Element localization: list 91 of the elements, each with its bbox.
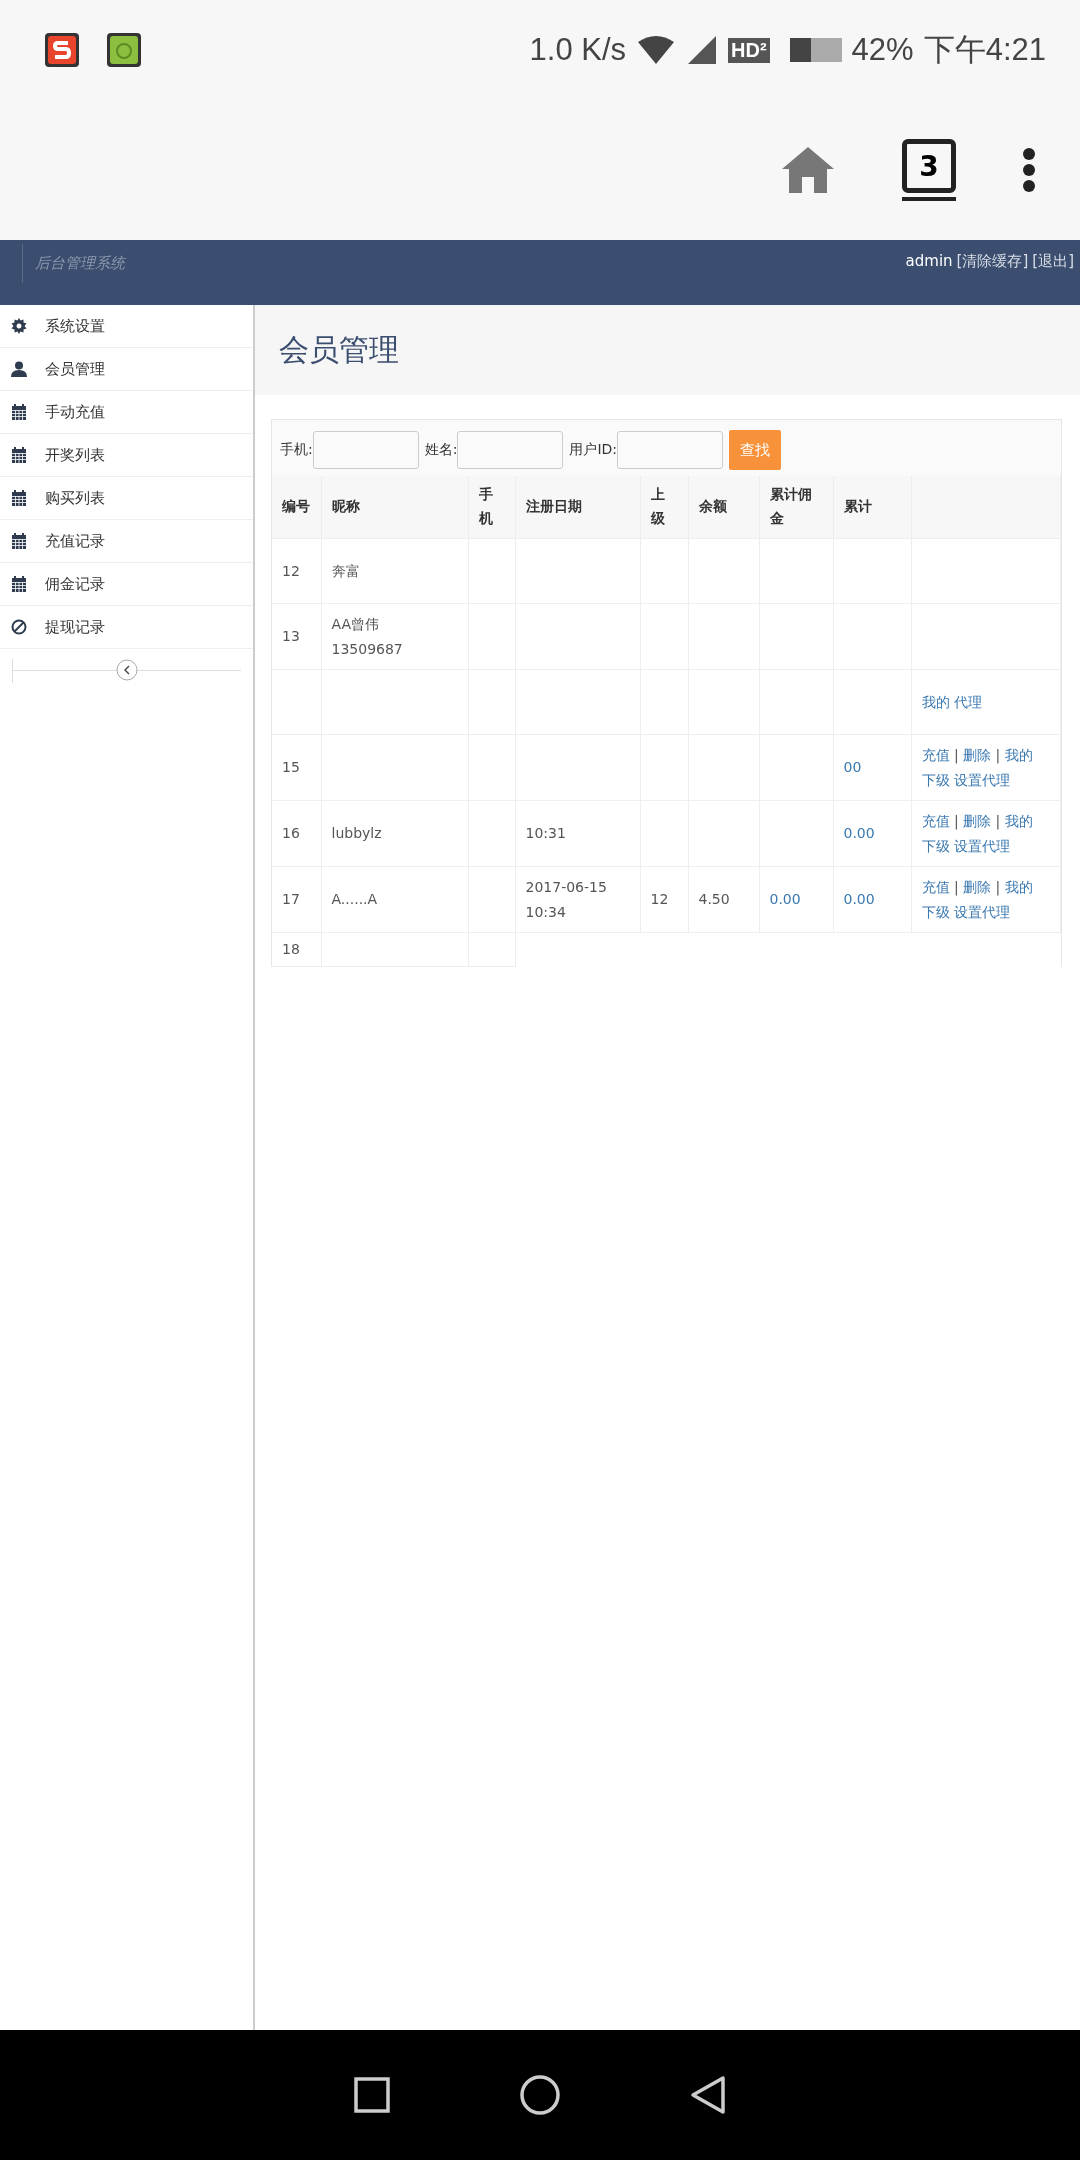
table-cell: 10:31	[515, 800, 640, 867]
calendar-icon	[11, 447, 27, 463]
signal-icon	[686, 34, 719, 66]
table-cell: 奔富	[321, 538, 468, 604]
column-header: 余额	[688, 476, 759, 539]
sidebar-item[interactable]: 提现记录	[0, 606, 253, 649]
table-cell: 12	[272, 538, 321, 604]
action-link[interactable]: 我的	[1004, 813, 1033, 829]
table-cell: 17	[272, 866, 321, 933]
separator: |	[995, 813, 1001, 829]
column-header: 手机	[468, 476, 515, 539]
table-cell: 0.00	[833, 800, 911, 867]
action-link[interactable]: 充值	[921, 747, 950, 763]
recents-button[interactable]	[354, 2077, 390, 2113]
menu-icon[interactable]	[1022, 147, 1036, 193]
app-title: 后台管理系统	[22, 244, 125, 283]
calendar-icon	[11, 533, 27, 549]
column-header: 注册日期	[515, 476, 640, 539]
separator: |	[953, 747, 959, 763]
action-link[interactable]: 代理	[953, 693, 982, 710]
field-label: 用户ID:	[569, 441, 618, 459]
collapse-button[interactable]	[116, 659, 138, 681]
action-link[interactable]: 删除	[963, 747, 992, 763]
header-link[interactable]: [退出]	[1032, 252, 1074, 271]
sidebar-item[interactable]: 会员管理	[0, 348, 253, 391]
page-title: 会员管理	[279, 330, 399, 369]
home-icon[interactable]	[780, 145, 836, 195]
table-cell: 0.00	[833, 866, 911, 933]
action-link[interactable]: 我的	[1004, 747, 1033, 763]
action-link[interactable]: 充值	[921, 879, 950, 895]
table-cell: 0.00	[759, 866, 833, 933]
calendar-icon	[11, 576, 27, 592]
action-link[interactable]: 删除	[963, 813, 992, 829]
sidebar-item[interactable]: 充值记录	[0, 520, 253, 563]
column-header: 累计佣金	[759, 476, 833, 539]
user-name: admin	[905, 252, 953, 271]
battery-icon	[789, 38, 842, 62]
action-link[interactable]: 我的	[1004, 879, 1033, 895]
separator: |	[995, 747, 1001, 763]
wifi-icon	[636, 34, 677, 66]
sidebar-item[interactable]: 手动充值	[0, 391, 253, 434]
sidebar-item[interactable]: 购买列表	[0, 477, 253, 520]
app-icon	[44, 32, 80, 68]
settings-icon	[11, 318, 27, 334]
separator: |	[995, 879, 1001, 895]
sidebar-item[interactable]: 佣金记录	[0, 563, 253, 606]
action-link[interactable]: 充值	[921, 813, 950, 829]
table-cell: AA曾伟 13509687	[321, 603, 468, 670]
table-cell: 2017-06-15 10:34	[515, 866, 640, 933]
table-cell: 18	[272, 932, 321, 966]
action-link[interactable]: 设置代理	[953, 837, 1010, 854]
ban-icon	[11, 619, 27, 635]
calendar-icon	[11, 490, 27, 506]
table-cell: 12	[640, 866, 688, 933]
action-link[interactable]: 下级	[921, 771, 950, 788]
field-label: 手机:	[280, 441, 313, 459]
separator: |	[953, 879, 959, 895]
table-cell: A......A	[321, 866, 468, 933]
sidebar-item[interactable]: 开奖列表	[0, 434, 253, 477]
clock: 下午4:21	[923, 31, 1046, 69]
network-speed: 1.0 K/s	[529, 32, 627, 68]
field-label: 姓名:	[424, 441, 458, 459]
action-link[interactable]: 设置代理	[953, 903, 1010, 920]
hd-badge: HD²	[728, 37, 770, 63]
column-header: 编号	[272, 476, 321, 539]
input-field[interactable]	[312, 431, 419, 469]
input-field[interactable]	[457, 431, 564, 469]
table-cell: 15	[272, 734, 321, 801]
calendar-icon	[11, 404, 27, 420]
user-icon	[11, 361, 27, 377]
action-link[interactable]: 下级	[921, 903, 950, 920]
table-cell: 4.50	[688, 866, 759, 933]
input-field[interactable]	[617, 431, 724, 469]
separator: |	[953, 813, 959, 829]
action-link[interactable]: 下级	[921, 837, 950, 854]
table-cell: lubbylz	[321, 800, 468, 867]
header-link[interactable]: [清除缓存]	[956, 252, 1029, 271]
column-header: 上级	[640, 476, 688, 539]
column-header: 昵称	[321, 476, 468, 539]
battery-percent: 42%	[851, 32, 914, 68]
table-cell: 16	[272, 800, 321, 867]
sidebar-item[interactable]: 系统设置	[0, 305, 253, 348]
column-header: 累计	[833, 476, 911, 539]
home-button[interactable]	[520, 2075, 560, 2115]
table-cell: 00	[833, 734, 911, 801]
action-link[interactable]: 删除	[963, 879, 992, 895]
action-link[interactable]: 设置代理	[953, 771, 1010, 788]
table-cell: 13	[272, 603, 321, 670]
app-icon	[106, 32, 142, 68]
action-link[interactable]: 我的	[921, 693, 950, 710]
back-button[interactable]	[690, 2075, 726, 2115]
